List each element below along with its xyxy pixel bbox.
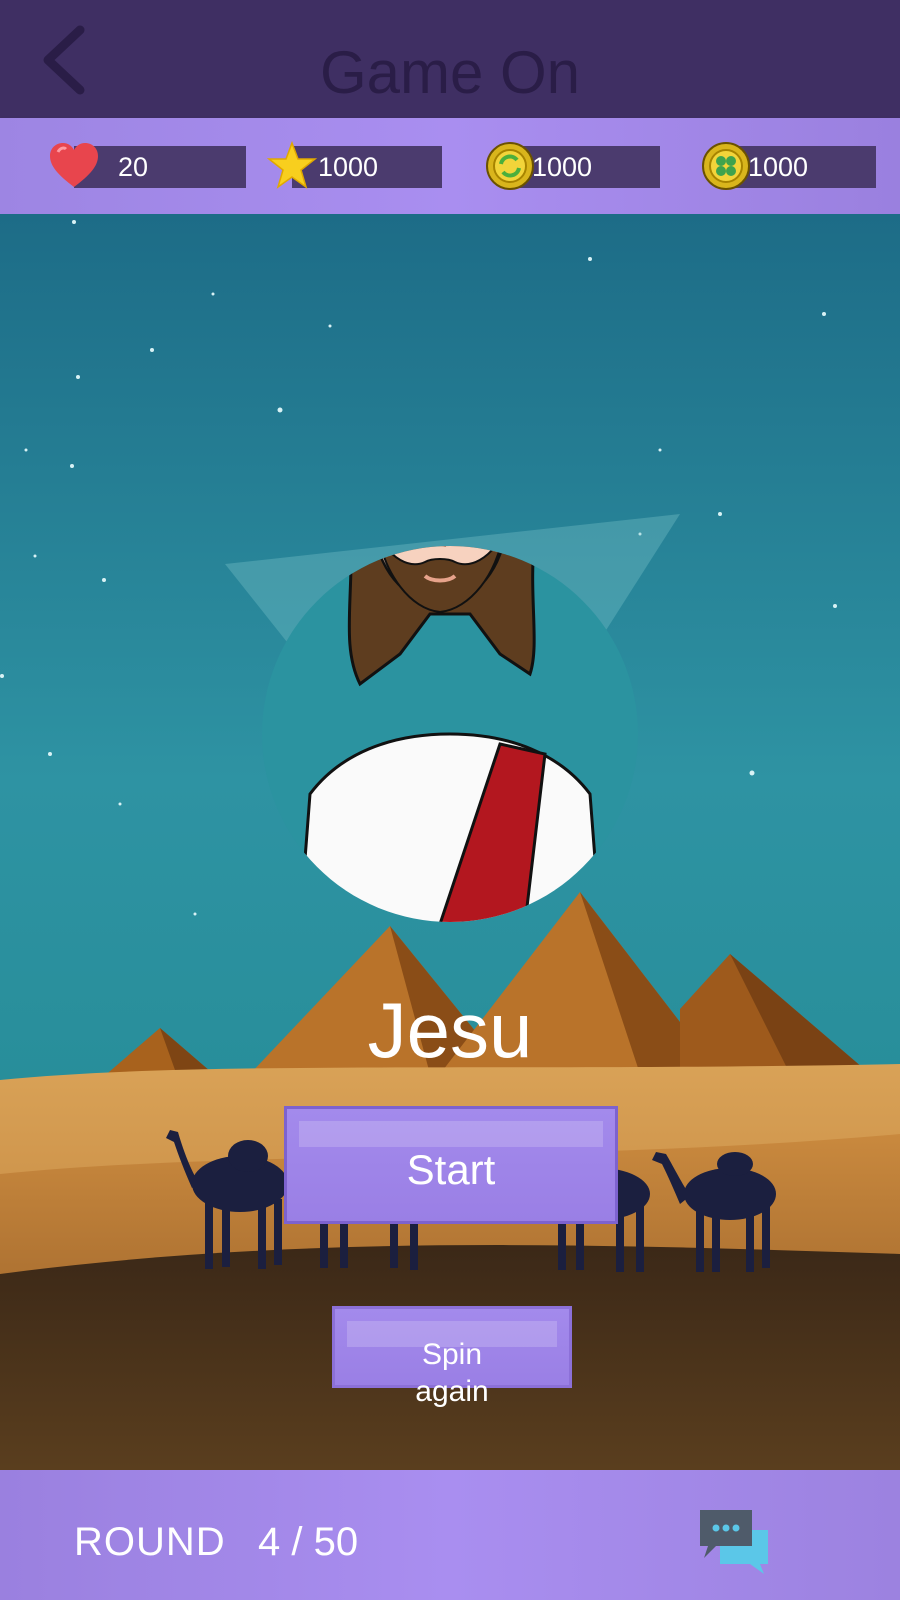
stats-bar: 20 1000 1000 1000 xyxy=(0,118,900,214)
chat-icon[interactable] xyxy=(698,1506,772,1576)
start-button-label: Start xyxy=(406,1146,496,1193)
spin-button-label-second-line: again xyxy=(415,1375,489,1408)
heart-icon xyxy=(50,143,98,187)
refresh-coin-icon xyxy=(486,142,534,190)
round-label: ROUND xyxy=(74,1520,226,1564)
star-icon xyxy=(266,140,318,189)
round-progress: 4 / 50 xyxy=(258,1520,359,1564)
desert-night-scene xyxy=(0,214,900,1470)
page-title: Game On xyxy=(319,39,581,106)
start-button[interactable]: Start xyxy=(284,1106,618,1224)
spin-button-label: Spin xyxy=(421,1338,483,1371)
button-highlight xyxy=(299,1121,603,1147)
character-name: Jesu xyxy=(367,986,533,1074)
clover-coin-icon xyxy=(702,142,750,190)
